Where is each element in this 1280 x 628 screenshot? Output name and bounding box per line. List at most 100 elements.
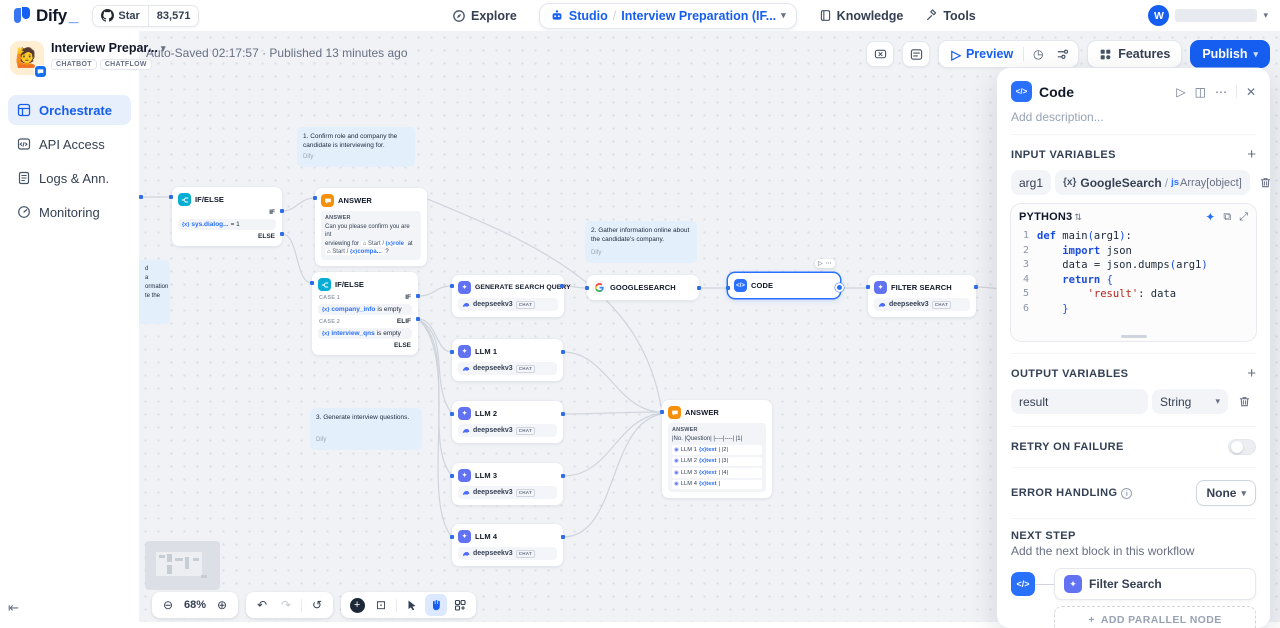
node-port[interactable] <box>561 412 565 416</box>
code-language-selector[interactable]: PYTHON3 <box>1019 211 1072 223</box>
user-avatar[interactable]: W <box>1148 5 1169 26</box>
node-filter-search[interactable]: ✦FILTER SEARCH deepseekv3CHAT <box>868 275 976 317</box>
description-placeholder[interactable]: Add description... <box>1011 108 1256 135</box>
error-handling-select[interactable]: None▾ <box>1196 480 1256 506</box>
zoom-in-icon[interactable]: ⊕ <box>211 594 233 616</box>
run-history-icon[interactable]: ◷ <box>1026 42 1050 66</box>
node-mini-toolbar[interactable]: ▷⋯ <box>815 259 835 268</box>
node-answer-1[interactable]: ANSWER ANSWER Can you please confirm you… <box>315 188 427 266</box>
ai-generate-icon[interactable]: ✦ <box>1205 210 1215 224</box>
app-chevron-icon[interactable]: ▾ <box>161 43 166 54</box>
expand-code-icon[interactable]: ⤢ <box>1239 211 1248 224</box>
node-port[interactable] <box>561 535 565 539</box>
node-port[interactable] <box>310 281 314 285</box>
input-variable-value-field[interactable]: {x}GoogleSearch/jsArray[object] <box>1055 170 1250 195</box>
delete-input-variable-button[interactable] <box>1254 171 1270 195</box>
node-port[interactable] <box>450 284 454 288</box>
features-button[interactable]: Features <box>1087 40 1182 68</box>
github-star-widget[interactable]: Star 83,571 <box>92 5 199 27</box>
node-port[interactable] <box>726 286 730 290</box>
nav-explore[interactable]: Explore <box>452 9 517 23</box>
node-llm-3[interactable]: ✦LLM 3 deepseekv3CHAT <box>452 463 563 505</box>
nav-tools[interactable]: Tools <box>925 9 975 23</box>
account-chevron-icon[interactable]: ▾ <box>1263 10 1268 21</box>
retry-toggle[interactable] <box>1228 439 1256 455</box>
copy-code-icon[interactable]: ⧉ <box>1223 211 1231 224</box>
output-variable-type-select[interactable]: String▾ <box>1152 389 1228 414</box>
add-note-icon[interactable]: ⊡ <box>370 594 392 616</box>
code-output-port[interactable] <box>835 283 844 292</box>
node-port[interactable] <box>561 474 565 478</box>
node-port[interactable] <box>139 195 143 199</box>
app-name[interactable]: Interview Prepar...▾ <box>51 41 166 55</box>
sticky-note-3[interactable]: 3. Generate interview questions. Dify <box>310 408 422 450</box>
close-panel-button[interactable]: ✕ <box>1246 85 1256 99</box>
node-googlesearch[interactable]: GOOGLESEARCH <box>587 275 699 300</box>
code-content[interactable]: 1def main(arg1):2 import json3 data = js… <box>1011 227 1256 335</box>
minimap[interactable] <box>145 541 220 590</box>
breadcrumb-studio[interactable]: Studio <box>569 9 608 23</box>
checklist-icon[interactable] <box>1050 42 1074 66</box>
more-options-button[interactable]: ⋯ <box>1215 85 1227 99</box>
node-port[interactable] <box>697 286 701 290</box>
preview-button[interactable]: ▷Preview <box>943 47 1021 62</box>
collapse-sidebar-icon[interactable]: ⇤ <box>8 600 19 616</box>
node-port[interactable] <box>974 285 978 289</box>
node-port[interactable] <box>416 294 420 298</box>
redo-icon[interactable]: ↷ <box>275 594 297 616</box>
app-emoji-icon[interactable]: 🙋 <box>10 41 44 75</box>
sidebar-item-api-access[interactable]: API Access <box>8 129 131 159</box>
sticky-note-2[interactable]: 2. Gather information online about the c… <box>585 221 697 263</box>
node-answer-2[interactable]: ANSWER ANSWER |No. |Question| |----|----… <box>662 400 772 498</box>
node-port[interactable] <box>450 474 454 478</box>
hand-tool-icon[interactable] <box>425 594 447 616</box>
add-output-variable-button[interactable]: + <box>1247 365 1256 382</box>
organize-blocks-icon[interactable] <box>449 594 471 616</box>
add-input-variable-button[interactable]: + <box>1247 146 1256 163</box>
sidebar-item-monitoring[interactable]: Monitoring <box>8 197 131 227</box>
sticky-note-partial[interactable]: d a ormation te the <box>139 260 170 324</box>
language-chevron-icon[interactable]: ⇅ <box>1074 212 1082 223</box>
next-step-node-card[interactable]: ✦ Filter Search <box>1054 568 1256 600</box>
node-port[interactable] <box>416 317 420 321</box>
sticky-note-1[interactable]: 1. Confirm role and company the candidat… <box>297 127 415 167</box>
node-port[interactable] <box>280 232 284 236</box>
node-llm-2[interactable]: ✦LLM 2 deepseekv3CHAT <box>452 401 563 443</box>
pointer-tool-icon[interactable] <box>401 594 423 616</box>
node-port[interactable] <box>280 209 284 213</box>
dify-logo[interactable]: Dify_ <box>14 6 78 26</box>
publish-button[interactable]: Publish▾ <box>1190 40 1270 68</box>
node-port[interactable] <box>560 284 564 288</box>
output-variable-name-field[interactable]: result <box>1011 389 1148 414</box>
zoom-level[interactable]: 68% <box>181 599 209 611</box>
history-icon[interactable]: ↺ <box>306 594 328 616</box>
env-variables-button[interactable] <box>902 41 930 67</box>
node-ifelse-2[interactable]: IF/ELSE CASE 1IF {x}company_infois empty… <box>312 272 418 355</box>
breadcrumb-app-name[interactable]: Interview Preparation (IF... <box>621 9 776 23</box>
undo-icon[interactable]: ↶ <box>251 594 273 616</box>
node-port[interactable] <box>169 195 173 199</box>
node-code[interactable]: </>CODE <box>728 273 840 298</box>
chevron-down-icon[interactable]: ▾ <box>781 10 786 21</box>
node-port[interactable] <box>561 350 565 354</box>
node-port[interactable] <box>585 286 589 290</box>
sidebar-item-orchestrate[interactable]: Orchestrate <box>8 95 131 125</box>
play-icon[interactable]: ▷ <box>818 260 823 267</box>
nav-studio-breadcrumb[interactable]: Studio / Interview Preparation (IF... ▾ <box>539 3 797 29</box>
add-parallel-node-button[interactable]: + ADD PARALLEL NODE <box>1054 606 1256 628</box>
node-port[interactable] <box>450 350 454 354</box>
run-node-button[interactable]: ▷ <box>1176 85 1185 99</box>
node-ifelse-1[interactable]: IF/ELSE IF {x}sys.dialog...= 1 ELSE <box>172 187 282 246</box>
node-llm-4[interactable]: ✦LLM 4 deepseekv3CHAT <box>452 524 563 566</box>
add-node-icon[interactable]: + <box>346 594 368 616</box>
node-port[interactable] <box>866 285 870 289</box>
node-port[interactable] <box>660 410 664 414</box>
code-editor[interactable]: PYTHON3⇅ ✦ ⧉ ⤢ 1def main(arg1):2 import … <box>1011 204 1256 341</box>
node-port[interactable] <box>313 196 317 200</box>
node-port[interactable] <box>450 412 454 416</box>
sidebar-item-logs[interactable]: Logs & Ann. <box>8 163 131 193</box>
editor-resize-handle[interactable] <box>1121 335 1147 338</box>
node-llm-1[interactable]: ✦LLM 1 deepseekv3CHAT <box>452 339 563 381</box>
more-icon[interactable]: ⋯ <box>826 260 832 267</box>
nav-knowledge[interactable]: Knowledge <box>819 9 904 23</box>
